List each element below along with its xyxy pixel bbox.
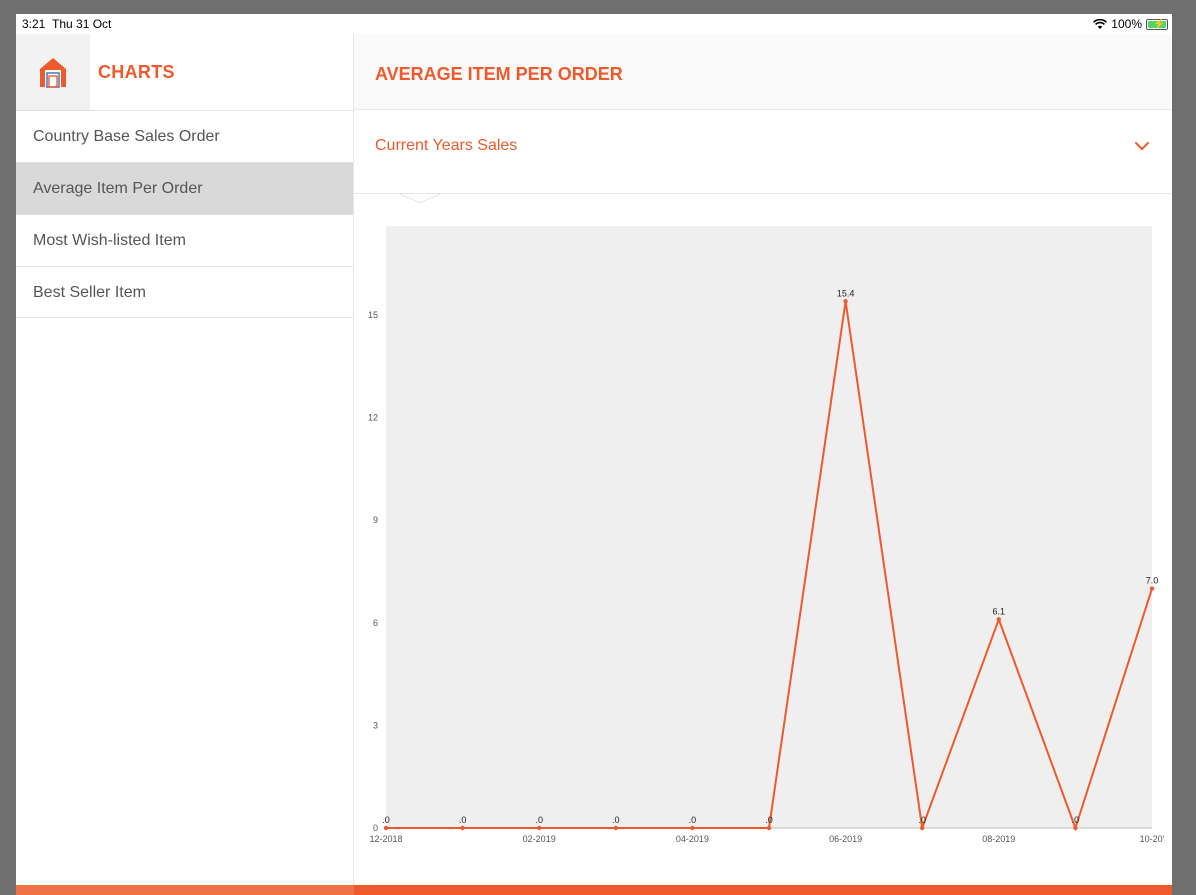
sidebar-item-best-seller-item[interactable]: Best Seller Item — [16, 266, 353, 318]
y-tick-label: 15 — [368, 310, 378, 320]
status-right: 100% ⚡ — [1093, 17, 1168, 31]
wifi-icon — [1093, 18, 1108, 29]
data-label: 6.1 — [993, 606, 1006, 616]
dropdown-pointer-icon — [400, 193, 440, 204]
chevron-down-icon[interactable] — [1134, 141, 1150, 151]
data-label: .0 — [535, 815, 543, 825]
store-logo-icon — [40, 58, 66, 88]
status-time: 3:21 Thu 31 Oct — [22, 17, 111, 31]
data-label: 15.4 — [837, 288, 855, 298]
battery-percent: 100% — [1111, 17, 1142, 31]
y-tick-label: 3 — [373, 720, 378, 730]
data-point — [383, 825, 389, 831]
sidebar-item-country-base-sales-order[interactable]: Country Base Sales Order — [16, 110, 353, 162]
x-tick-label: 08-2019 — [982, 834, 1015, 844]
sidebar-header: CHARTS — [16, 34, 353, 110]
data-label: .0 — [1072, 815, 1080, 825]
data-point — [1073, 825, 1078, 831]
bottom-bar-right — [354, 885, 1172, 895]
dropdown-selected-value: Current Years Sales — [375, 137, 518, 154]
page-title: AVERAGE ITEM PER ORDER — [375, 64, 623, 84]
x-tick-label: 10-20' — [1140, 834, 1165, 844]
y-tick-label: 9 — [373, 515, 378, 525]
data-point — [1149, 586, 1155, 591]
sales-period-dropdown[interactable]: Current Years Sales — [354, 110, 1172, 194]
data-label: .0 — [765, 815, 773, 825]
y-tick-label: 0 — [373, 823, 378, 833]
data-point — [920, 825, 925, 831]
x-tick-label: 04-2019 — [676, 834, 709, 844]
data-label: .0 — [689, 815, 697, 825]
date-text: Thu 31 Oct — [52, 17, 112, 31]
data-point — [690, 825, 695, 831]
data-point — [766, 825, 772, 831]
data-point — [537, 825, 542, 831]
data-point — [460, 825, 465, 831]
y-tick-label: 12 — [368, 413, 378, 423]
data-point — [843, 299, 848, 304]
main-panel: AVERAGE ITEM PER ORDER Current Years Sal… — [354, 34, 1172, 895]
data-label: 7.0 — [1146, 576, 1159, 586]
plot-background — [386, 226, 1152, 828]
x-tick-label: 06-2019 — [829, 834, 862, 844]
data-label: .0 — [612, 815, 620, 825]
sidebar-item-most-wish-listed-item[interactable]: Most Wish-listed Item — [16, 214, 353, 266]
data-label: .0 — [382, 815, 390, 825]
y-tick-label: 6 — [373, 618, 378, 628]
status-bar: 3:21 Thu 31 Oct 100% ⚡ — [16, 14, 1172, 34]
app-logo — [16, 34, 90, 110]
device-screen: 3:21 Thu 31 Oct 100% ⚡ CHARTS Country Ba… — [16, 14, 1172, 895]
sidebar-item-average-item-per-order[interactable]: Average Item Per Order — [16, 162, 353, 214]
bottom-bar-left — [16, 885, 354, 895]
time-text: 3:21 — [22, 17, 46, 31]
battery-icon: ⚡ — [1146, 18, 1168, 30]
sidebar: CHARTS Country Base Sales Order Average … — [16, 34, 354, 895]
line-chart: 0 3 6 9 12 15 12-2018 02-2019 04-2019 06-2019 08-2… — [368, 226, 1165, 844]
x-tick-label: 12-2018 — [369, 834, 402, 844]
data-point — [613, 825, 618, 831]
data-label: .0 — [459, 815, 467, 825]
data-point — [996, 617, 1001, 622]
main-header: AVERAGE ITEM PER ORDER — [354, 34, 1172, 110]
x-tick-label: 02-2019 — [523, 834, 556, 844]
sidebar-title: CHARTS — [98, 62, 175, 82]
data-label: .0 — [918, 815, 926, 825]
